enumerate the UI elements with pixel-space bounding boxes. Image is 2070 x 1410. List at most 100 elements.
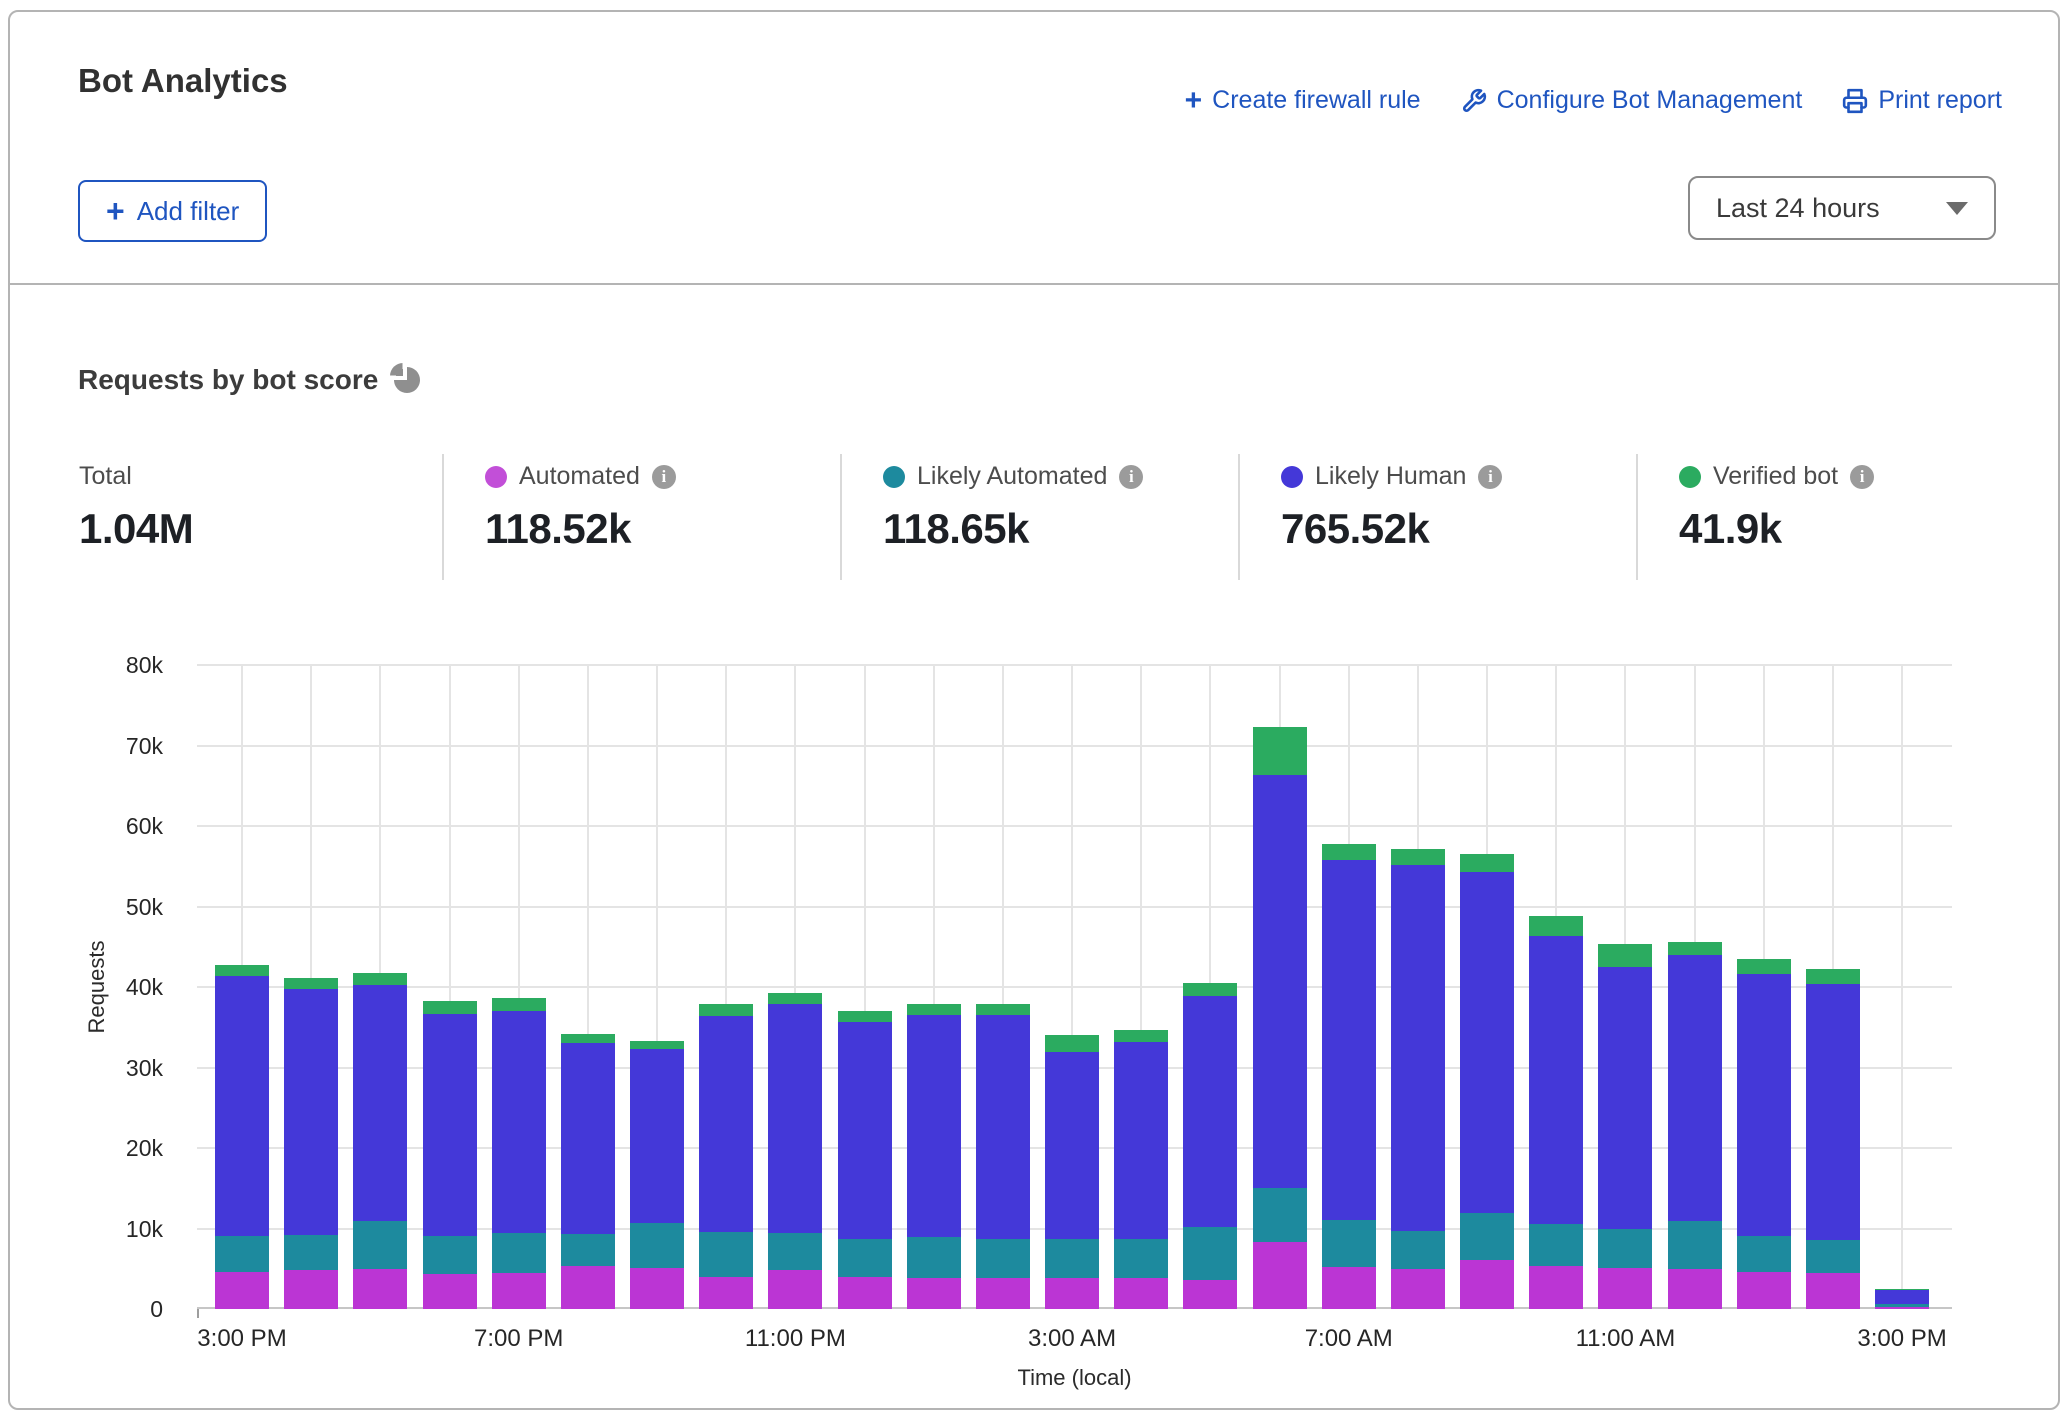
bar-3-600pm[interactable] — [423, 1001, 477, 1309]
bot-analytics-card: Bot Analytics + Create firewall rule Con… — [8, 10, 2060, 1410]
segment-likely-automated — [768, 1233, 822, 1269]
y-tick-label: 30k — [126, 1054, 163, 1082]
stat-verified-bot: Verified bot i 41.9k — [1679, 462, 1874, 553]
info-icon[interactable]: i — [1850, 465, 1874, 489]
y-axis-title: Requests — [84, 941, 110, 1034]
bar-9-1200am[interactable] — [838, 1011, 892, 1309]
segment-automated — [1045, 1278, 1099, 1309]
bar-5-800pm[interactable] — [561, 1034, 615, 1309]
plus-icon: + — [1185, 89, 1203, 113]
segment-automated — [630, 1268, 684, 1309]
segment-likely-automated — [1045, 1239, 1099, 1278]
y-tick-label: 0 — [150, 1295, 163, 1323]
wrench-icon — [1461, 88, 1487, 114]
segment-automated — [838, 1277, 892, 1309]
segment-verified-bot — [1391, 849, 1445, 866]
configure-bot-management-link[interactable]: Configure Bot Management — [1461, 86, 1803, 115]
segment-verified-bot — [561, 1034, 615, 1043]
bar-21-1200pm[interactable] — [1668, 942, 1722, 1309]
segment-verified-bot — [907, 1004, 961, 1015]
segment-likely-human — [1045, 1052, 1099, 1239]
bar-11-200am[interactable] — [976, 1004, 1030, 1309]
bar-0-300pm[interactable] — [215, 965, 269, 1309]
segment-automated — [284, 1270, 338, 1309]
segment-automated — [1598, 1268, 1652, 1309]
time-range-dropdown[interactable]: Last 24 hours — [1688, 176, 1996, 240]
segment-likely-human — [976, 1015, 1030, 1239]
configure-bot-management-label: Configure Bot Management — [1497, 86, 1803, 115]
segment-automated — [976, 1278, 1030, 1309]
y-tick-label: 10k — [126, 1215, 163, 1243]
segment-likely-human — [1391, 865, 1445, 1230]
v-gridline — [1901, 665, 1903, 1309]
segment-verified-bot — [353, 973, 407, 986]
plus-icon: + — [106, 199, 125, 223]
stat-likely-automated: Likely Automated i 118.65k — [883, 462, 1143, 553]
print-report-label: Print report — [1878, 86, 2002, 115]
segment-verified-bot — [1460, 854, 1514, 872]
stat-total-value: 1.04M — [79, 505, 193, 553]
stat-verified-bot-value: 41.9k — [1679, 505, 1874, 553]
bar-7-1000pm[interactable] — [699, 1004, 753, 1309]
segment-likely-human — [1460, 872, 1514, 1213]
h-gridline — [197, 745, 1952, 747]
info-icon[interactable]: i — [652, 465, 676, 489]
bar-24-300pm[interactable] — [1875, 1289, 1929, 1309]
x-tick-label: 7:00 AM — [1305, 1325, 1393, 1353]
segment-automated — [1460, 1260, 1514, 1309]
card-header: Bot Analytics + Create firewall rule Con… — [10, 12, 2058, 285]
bar-4-700pm[interactable] — [492, 998, 546, 1309]
stat-likely-human-label: Likely Human — [1315, 462, 1466, 491]
segment-verified-bot — [1529, 916, 1583, 935]
bar-2-500pm[interactable] — [353, 973, 407, 1309]
create-firewall-rule-link[interactable]: + Create firewall rule — [1185, 86, 1421, 115]
bar-15-600am[interactable] — [1253, 727, 1307, 1309]
x-tick-label: 11:00 AM — [1576, 1325, 1676, 1353]
info-icon[interactable]: i — [1119, 465, 1143, 489]
bar-18-900am[interactable] — [1460, 854, 1514, 1309]
bar-19-1000am[interactable] — [1529, 916, 1583, 1309]
bar-10-100am[interactable] — [907, 1004, 961, 1309]
bar-13-400am[interactable] — [1114, 1030, 1168, 1309]
segment-likely-human — [1529, 936, 1583, 1225]
bar-8-1100pm[interactable] — [768, 993, 822, 1309]
x-tick-label: 3:00 PM — [1857, 1325, 1946, 1353]
automated-legend-dot — [485, 466, 507, 488]
stat-likely-automated-value: 118.65k — [883, 505, 1143, 553]
segment-likely-automated — [1598, 1229, 1652, 1268]
bar-20-1100am[interactable] — [1598, 944, 1652, 1309]
segment-automated — [1875, 1307, 1929, 1309]
stat-automated-value: 118.52k — [485, 505, 676, 553]
segment-automated — [1114, 1278, 1168, 1309]
x-tick-label: 3:00 AM — [1028, 1325, 1116, 1353]
segment-verified-bot — [1598, 944, 1652, 967]
segment-likely-human — [1253, 775, 1307, 1188]
bar-1-400pm[interactable] — [284, 978, 338, 1309]
segment-automated — [561, 1266, 615, 1309]
print-report-link[interactable]: Print report — [1842, 86, 2002, 115]
y-tick-label: 70k — [126, 732, 163, 760]
segment-likely-automated — [492, 1233, 546, 1272]
bar-17-800am[interactable] — [1391, 849, 1445, 1309]
pie-chart-icon — [394, 367, 420, 393]
bar-12-300am[interactable] — [1045, 1035, 1099, 1309]
segment-likely-human — [1806, 984, 1860, 1240]
y-tick-label: 20k — [126, 1134, 163, 1162]
add-filter-button[interactable]: + Add filter — [78, 180, 267, 242]
bar-23-200pm[interactable] — [1806, 969, 1860, 1309]
bar-22-100pm[interactable] — [1737, 959, 1791, 1309]
bar-6-900pm[interactable] — [630, 1041, 684, 1309]
segment-likely-human — [1114, 1042, 1168, 1239]
stat-divider — [1636, 454, 1638, 580]
segment-automated — [492, 1273, 546, 1309]
segment-verified-bot — [976, 1004, 1030, 1015]
segment-verified-bot — [1737, 959, 1791, 974]
create-firewall-rule-label: Create firewall rule — [1212, 86, 1420, 115]
segment-verified-bot — [1045, 1035, 1099, 1052]
info-icon[interactable]: i — [1478, 465, 1502, 489]
segment-automated — [423, 1274, 477, 1309]
bar-14-500am[interactable] — [1183, 983, 1237, 1309]
segment-likely-automated — [630, 1223, 684, 1268]
segment-verified-bot — [699, 1004, 753, 1016]
bar-16-700am[interactable] — [1322, 844, 1376, 1309]
